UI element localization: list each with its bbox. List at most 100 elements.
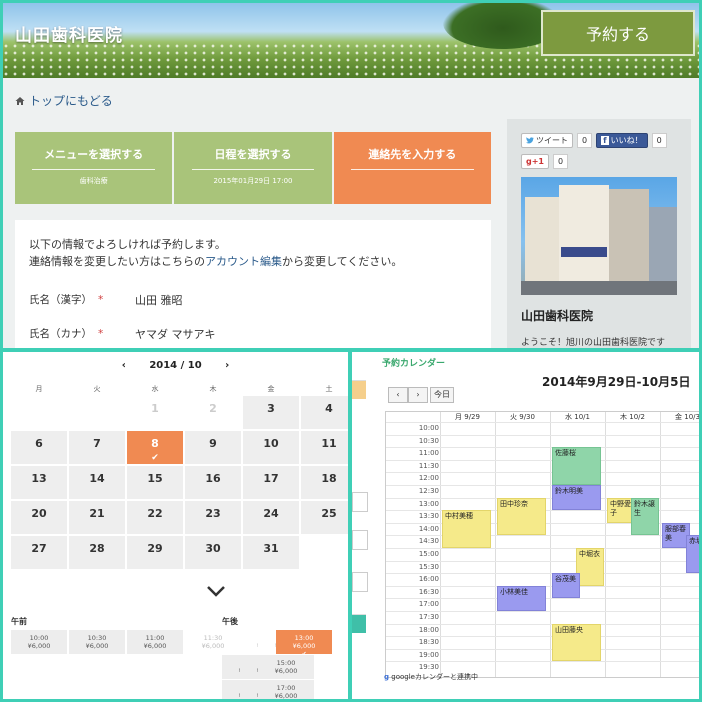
calendar-event[interactable]: 中村美穂	[442, 510, 491, 548]
calendar-event[interactable]: 山田藤央	[552, 623, 601, 662]
calendar-day[interactable]: 9	[185, 431, 241, 464]
weekday-header: 土	[325, 385, 333, 393]
calendar-day[interactable]: 22	[127, 501, 183, 534]
time-slot: 11:30 ¥6,000	[185, 630, 241, 654]
intro-line-1: 以下の情報でよろしければ予約します。	[29, 238, 226, 251]
calendar-event[interactable]: 谷茂美	[552, 573, 580, 599]
calendar-day-selected[interactable]: 8 ✔	[127, 431, 183, 464]
time-label: 15:00	[418, 550, 439, 558]
calendar-day: 2	[185, 396, 241, 429]
calendar-day[interactable]: 20	[11, 501, 67, 534]
calendar-day[interactable]: 4	[301, 396, 348, 429]
calendar-event[interactable]: 田中珍奈	[497, 497, 546, 536]
clinic-description: ようこそ！旭川の山田歯科医院です	[521, 338, 666, 348]
intro-suffix: から変更してください。	[282, 255, 403, 268]
google-sync-status: g googleカレンダーと連携中	[384, 673, 478, 681]
calendar-day[interactable]: 11	[301, 431, 348, 464]
gplus-count: 0	[553, 154, 569, 169]
google-icon: g	[384, 673, 390, 681]
calendar-day[interactable]: 24	[243, 501, 299, 534]
calendar-day[interactable]: 25	[301, 501, 348, 534]
calendar-day[interactable]: 27	[11, 536, 67, 569]
time-slot[interactable]: 10:00 ¥6,000	[11, 630, 67, 654]
clinic-sidebar: ツイート 0 f いいね！ 0 g+1 0 山田歯科医院 ようこそ！旭川の山田歯…	[507, 119, 691, 348]
prev-week-button[interactable]: ‹	[388, 387, 408, 403]
calendar-day[interactable]: 28	[69, 536, 125, 569]
facebook-like-button[interactable]: f いいね！	[596, 133, 648, 148]
calendar-event[interactable]: 佐藤桜	[552, 447, 601, 485]
google-plus-button[interactable]: g+1	[521, 154, 549, 169]
day-column-header: 水 10/1	[565, 413, 590, 421]
calendar-day[interactable]: 18	[301, 466, 348, 499]
tweet-button[interactable]: ツイート	[521, 133, 573, 148]
time-label: 18:00	[418, 625, 439, 634]
calendar-day[interactable]: 7	[69, 431, 125, 464]
step-enter-contact[interactable]: 連絡先を入力する	[333, 132, 491, 204]
am-label: 午前	[11, 617, 27, 626]
time-slot[interactable]: 10:30 ¥6,000	[69, 630, 125, 654]
time-label: 19:30	[418, 663, 439, 672]
calendar-event[interactable]: 赤坂	[686, 535, 699, 574]
time-label: 18:30	[418, 638, 439, 647]
time-label: 12:00	[418, 474, 439, 483]
calendar-day[interactable]: 15	[127, 466, 183, 499]
weekday-header: 水	[151, 385, 159, 393]
site-title[interactable]: 山田歯科医院	[15, 21, 123, 46]
day-column-header: 木 10/2	[620, 413, 645, 421]
calendar-title: 予約カレンダー	[382, 359, 446, 369]
field-value-kanji: 山田 雅昭	[135, 294, 183, 307]
calendar-day[interactable]: 13	[11, 466, 67, 499]
week-calendar-panel: 予約カレンダー 2014年9月29日-10月5日 ‹ › 今日 月 9/29 火 …	[352, 352, 699, 699]
month-title: 2014 / 10	[149, 360, 202, 371]
calendar-day[interactable]: 30	[185, 536, 241, 569]
next-week-button[interactable]: ›	[408, 387, 428, 403]
intro-prefix: 連絡情報を変更したい方はこちらの	[29, 255, 205, 268]
calendar-day[interactable]: 17	[243, 466, 299, 499]
calendar-day[interactable]: 16	[185, 466, 241, 499]
today-button[interactable]: 今日	[430, 387, 454, 403]
week-grid: 月 9/29 火 9/30 水 10/1 木 10/2 金 10/3 10:00 10:30…	[385, 411, 699, 678]
calendar-event[interactable]: 鈴木譲生	[631, 497, 659, 536]
time-slot-selected[interactable]: 13:00 ¥6,000 ✔	[276, 630, 332, 658]
social-buttons: ツイート 0 f いいね！ 0 g+1 0	[521, 133, 681, 169]
time-label: 17:00	[418, 600, 439, 609]
back-to-top-label: トップにもどる	[29, 94, 113, 108]
facebook-icon: f	[601, 136, 609, 145]
expand-chevron-icon[interactable]	[206, 582, 226, 601]
step-select-date[interactable]: 日程を選択する 2015年01月29日 17:00	[174, 132, 332, 204]
account-edit-link[interactable]: アカウント編集	[205, 255, 282, 268]
day-column-header: 月 9/29	[455, 413, 480, 421]
calendar-event[interactable]: 鈴木明美	[552, 485, 601, 511]
calendar-day[interactable]: 10	[243, 431, 299, 464]
step-title: 連絡先を入力する	[368, 148, 457, 161]
clinic-building-photo	[521, 177, 677, 295]
reserve-button[interactable]: 予約する	[541, 10, 695, 56]
field-label-kanji: 氏名（漢字） *	[29, 294, 104, 306]
calendar-day[interactable]: 31	[243, 536, 299, 569]
like-count: 0	[651, 133, 667, 148]
time-label: 19:00	[418, 650, 439, 659]
back-to-top-link[interactable]: トップにもどる	[15, 92, 113, 109]
booking-steps: メニューを選択する 歯科治療 日程を選択する 2015年01月29日 17:00…	[15, 132, 491, 204]
next-month-button[interactable]: ›	[225, 360, 229, 371]
required-mark: *	[98, 328, 104, 340]
calendar-day[interactable]: 6	[11, 431, 67, 464]
calendar-day	[11, 396, 67, 429]
calendar-day: 1	[127, 396, 183, 429]
field-label-kana: 氏名（カナ） *	[29, 328, 104, 340]
prev-month-button[interactable]: ‹	[122, 360, 126, 371]
tweet-count: 0	[577, 133, 593, 148]
calendar-day[interactable]: 3	[243, 396, 299, 429]
step-select-menu[interactable]: メニューを選択する 歯科治療	[15, 132, 173, 204]
calendar-day[interactable]: 23	[185, 501, 241, 534]
time-label: 14:00	[418, 524, 439, 533]
time-slot[interactable]: 11:00 ¥6,000	[127, 630, 183, 654]
calendar-event[interactable]: 中堀衣	[576, 548, 604, 586]
calendar-day[interactable]: 29	[127, 536, 183, 569]
twitter-bird-icon	[526, 137, 534, 144]
calendar-day[interactable]: 21	[69, 501, 125, 534]
calendar-day[interactable]: 14	[69, 466, 125, 499]
time-slot[interactable]: 17:00 ¥6,000	[258, 680, 314, 699]
time-slot[interactable]: 15:00 ¥6,000	[258, 655, 314, 679]
calendar-event[interactable]: 小林美佳	[497, 585, 546, 611]
